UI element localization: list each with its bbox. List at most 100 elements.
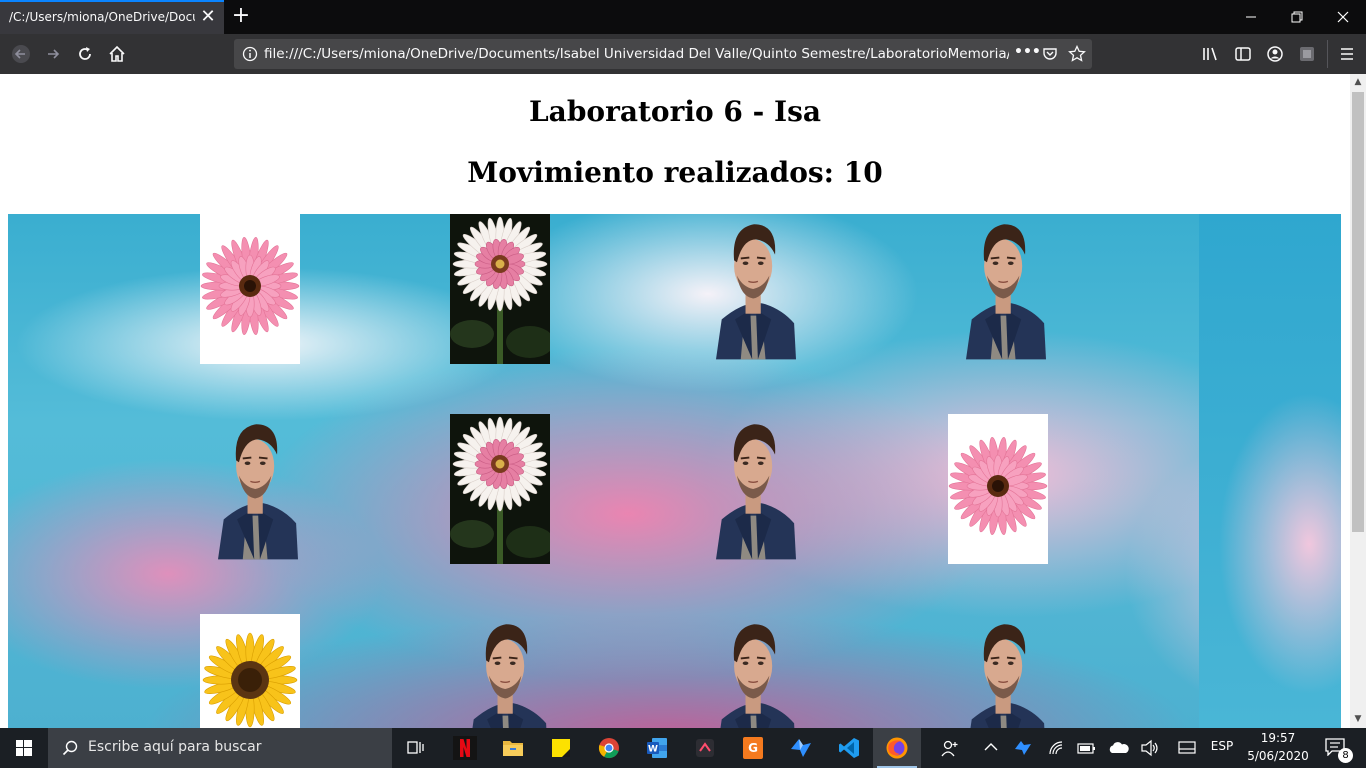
portrait-image [716,424,796,560]
url-text[interactable]: file:///C:/Users/miona/OneDrive/Document… [264,46,1009,62]
clock-date[interactable]: 5/06/2020 [1244,749,1312,763]
pink-gerbera-image [200,214,300,364]
home-icon [109,45,125,62]
reload-icon [79,47,91,60]
portrait-image [218,424,298,560]
close-window-button[interactable] [1320,0,1366,34]
page-actions-button[interactable]: ••• [1014,44,1041,60]
restore-icon [1291,11,1303,23]
task-view-button[interactable] [392,728,440,768]
taskbar: Escribe aquí para buscar W G ESP 19:57 5… [0,728,1366,768]
volume-icon[interactable] [1140,739,1160,757]
action-center-button[interactable]: 8 [1318,728,1366,768]
chevron-up-icon[interactable] [984,742,998,752]
menu-button[interactable] [1332,39,1362,69]
task-view-icon [407,741,424,754]
forward-button[interactable] [38,39,68,69]
bookmark-star-icon[interactable] [1068,45,1086,63]
account-icon [1267,46,1283,62]
extension-icon [1300,47,1314,61]
minimize-button[interactable] [1228,0,1274,34]
folder-icon [503,741,523,756]
scroll-up-arrow[interactable]: ▲ [1353,77,1363,87]
firefox-icon [886,737,908,759]
taskbar-app-dark[interactable] [681,728,729,768]
memory-card-white-gerbera[interactable] [450,414,550,564]
bluebird-tray-icon[interactable] [1014,739,1032,757]
minimize-icon [1246,16,1256,18]
tab-strip: /C:/Users/miona/OneDrive/Documents/Isabe… [0,0,1366,34]
sunflower-image [200,614,300,728]
chrome-icon [598,738,619,759]
reload-button[interactable] [70,39,100,69]
info-icon[interactable] [242,46,258,62]
scroll-down-arrow[interactable]: ▼ [1353,714,1363,724]
clock-time[interactable]: 19:57 [1244,731,1312,745]
taskbar-word[interactable]: W [633,728,681,768]
pink-gerbera-image [948,414,1048,564]
address-bar[interactable]: file:///C:/Users/miona/OneDrive/Document… [234,39,1092,69]
white-gerbera-image [450,214,550,364]
language-indicator[interactable]: ESP [1205,739,1239,753]
memory-card-portrait[interactable] [716,414,816,564]
portrait-image [720,624,795,728]
portrait-image [472,624,547,728]
taskbar-app-bluebird[interactable] [777,728,825,768]
memory-card-portrait[interactable] [716,214,816,364]
memory-card-portrait[interactable] [468,614,568,728]
taskbar-search[interactable]: Escribe aquí para buscar [48,728,392,768]
search-placeholder: Escribe aquí para buscar [88,739,262,755]
memory-card-white-gerbera[interactable] [450,214,550,364]
restore-button[interactable] [1274,0,1320,34]
taskbar-firefox[interactable] [873,728,921,768]
people-icon[interactable] [940,739,960,757]
arrow-left-icon [12,45,30,63]
taskbar-netflix[interactable] [441,728,489,768]
sidebar-button[interactable] [1228,39,1258,69]
start-button[interactable] [0,728,48,768]
tab-close-icon[interactable]: ✕ [199,7,217,27]
taskbar-app-orange[interactable]: G [729,728,777,768]
page-content: Laboratorio 6 - Isa Movimiento realizado… [0,74,1350,728]
taskbar-chrome[interactable] [585,728,633,768]
memory-game-board [8,214,1341,728]
pocket-icon[interactable] [1042,46,1058,62]
home-button[interactable] [102,39,132,69]
vscode-icon [839,738,859,758]
memory-card-pink-gerbera[interactable] [948,414,1048,564]
memory-card-portrait[interactable] [966,214,1066,364]
library-icon [1203,47,1217,61]
hamburger-menu-icon [1341,48,1353,60]
memory-card-portrait[interactable] [966,614,1066,728]
account-button[interactable] [1260,39,1290,69]
taskbar-sticky-notes[interactable] [537,728,585,768]
memory-card-portrait[interactable] [218,414,318,564]
memory-card-portrait[interactable] [716,614,816,728]
library-button[interactable] [1196,39,1226,69]
battery-icon[interactable] [1076,741,1096,755]
search-icon [62,740,78,756]
bluebird-app-icon [791,739,811,757]
onedrive-cloud-icon[interactable] [1108,741,1130,755]
vertical-scrollbar[interactable]: ▲ ▼ [1350,74,1366,728]
scroll-thumb[interactable] [1352,92,1364,532]
back-button[interactable] [6,39,36,69]
extension-button[interactable] [1292,39,1322,69]
network-wifi-icon[interactable] [1048,740,1066,756]
svg-text:W: W [648,745,658,755]
new-tab-icon[interactable]: + [230,4,252,28]
white-gerbera-image [450,414,550,564]
memory-card-pink-gerbera[interactable] [200,214,300,364]
tab-active[interactable]: /C:/Users/miona/OneDrive/Documents/Isabe… [0,0,224,34]
word-icon: W [647,738,667,758]
taskbar-vscode[interactable] [825,728,873,768]
portrait-image [966,224,1046,360]
app-dark-icon [696,739,714,757]
sticky-notes-icon [552,739,570,757]
svg-text:G: G [748,741,758,755]
arrow-right-icon [48,49,60,59]
taskbar-file-explorer[interactable] [489,728,537,768]
memory-card-sunflower[interactable] [200,614,300,728]
portrait-image [970,624,1045,728]
display-icon[interactable] [1178,740,1196,756]
